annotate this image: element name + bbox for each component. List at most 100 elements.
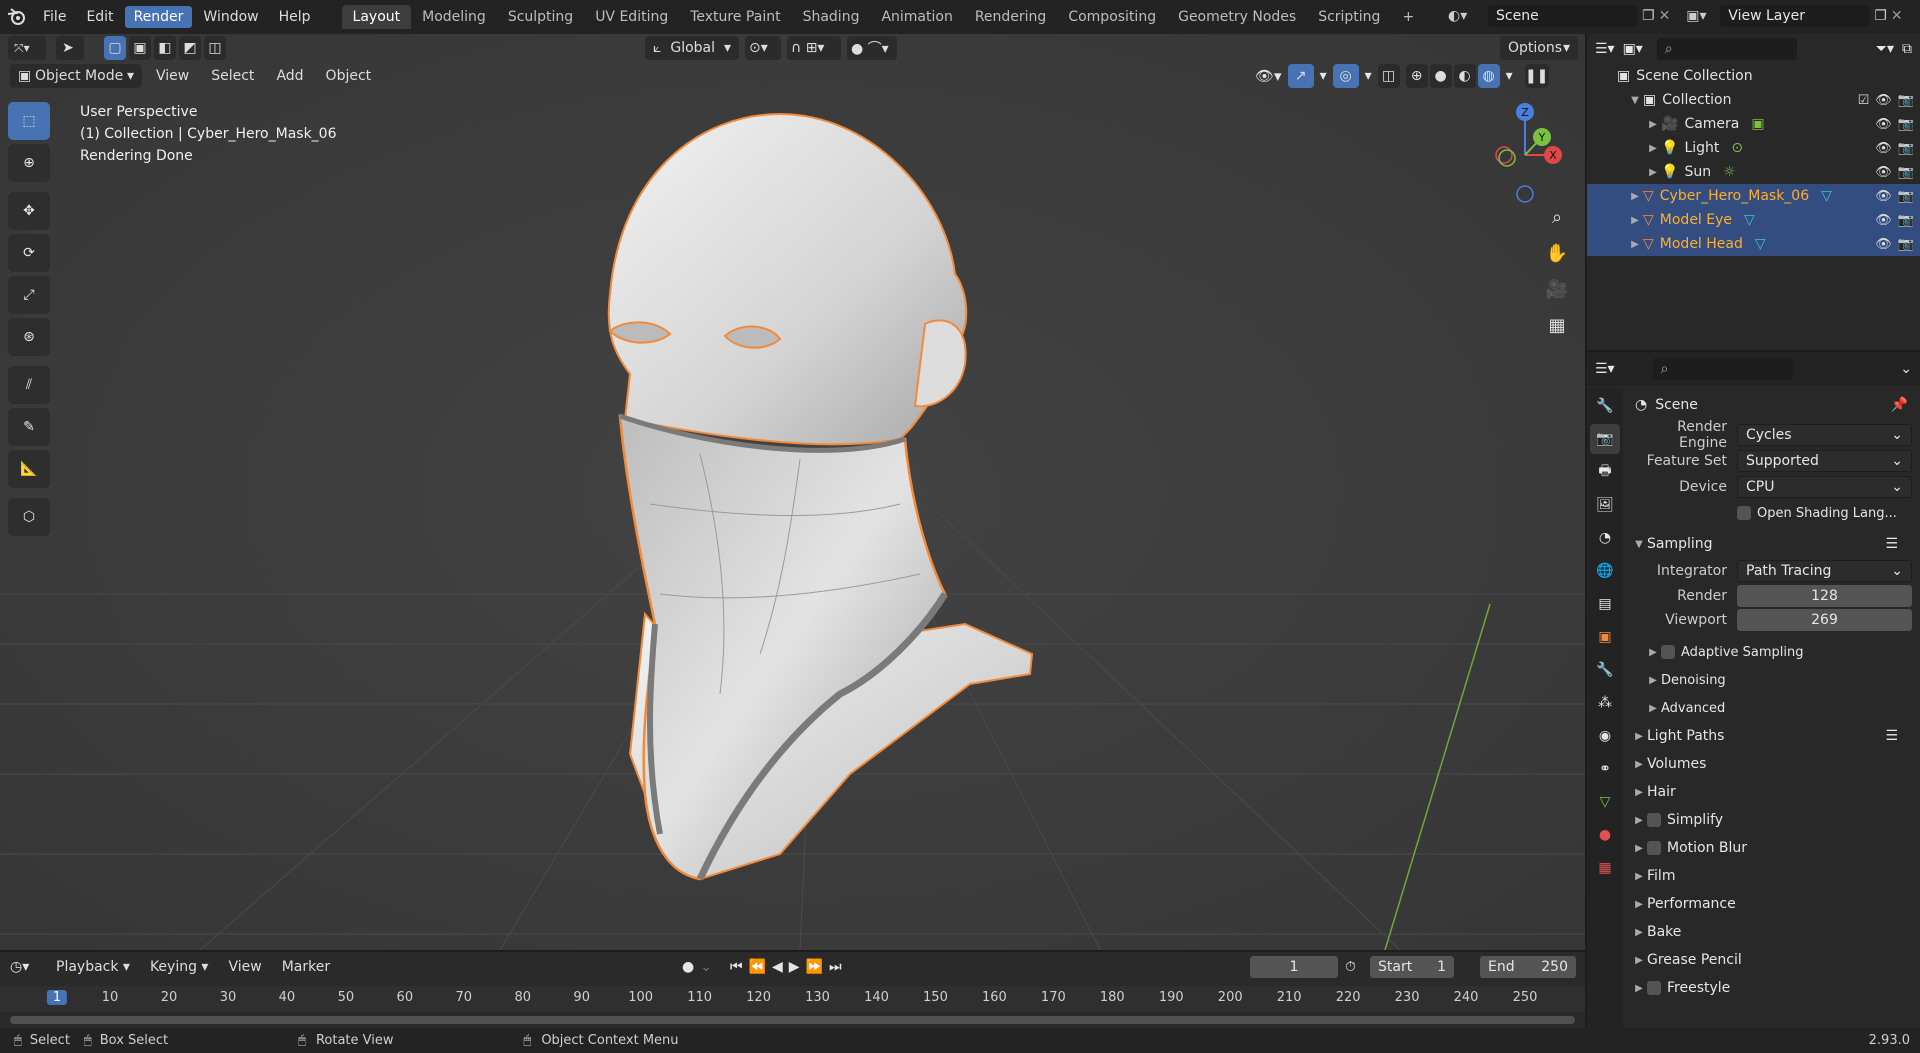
jump-end-icon[interactable]: ⏭ bbox=[829, 959, 842, 975]
tab-compositing[interactable]: Compositing bbox=[1057, 5, 1167, 29]
render-engine-dropdown[interactable]: Cycles ⌄ bbox=[1737, 424, 1912, 446]
properties-search-input[interactable]: ⌕ bbox=[1652, 358, 1793, 380]
gizmo-dropdown-icon[interactable]: ▾ bbox=[1320, 68, 1327, 84]
record-icon[interactable]: ● bbox=[682, 959, 694, 975]
visibility-icon[interactable]: 👁▾ bbox=[1255, 67, 1282, 85]
pin-icon[interactable]: 📌 bbox=[1891, 397, 1908, 413]
freestyle-checkbox[interactable] bbox=[1647, 981, 1661, 995]
mode-new-icon[interactable]: ▢ bbox=[104, 36, 126, 60]
eye-icon[interactable]: 👁 bbox=[1875, 93, 1892, 108]
render-properties-icon[interactable]: 📷 bbox=[1590, 424, 1620, 454]
expand-icon[interactable]: ▶ bbox=[1645, 119, 1661, 130]
sampling-panel-header[interactable]: ▼ Sampling ☰ bbox=[1627, 530, 1920, 558]
mode-extend-icon[interactable]: ▣ bbox=[129, 36, 151, 60]
tab-geometry-nodes[interactable]: Geometry Nodes bbox=[1167, 5, 1307, 29]
end-frame-field[interactable]: End 250 bbox=[1480, 956, 1576, 978]
blender-logo-icon[interactable] bbox=[0, 0, 34, 34]
menu-keying[interactable]: Keying ▾ bbox=[142, 956, 217, 978]
render-camera-icon[interactable]: 📷 bbox=[1898, 189, 1914, 204]
device-dropdown[interactable]: CPU ⌄ bbox=[1737, 476, 1912, 498]
annotate-tool[interactable]: ⫽ bbox=[8, 366, 50, 404]
menu-playback[interactable]: Playback ▾ bbox=[48, 956, 138, 978]
tool-settings-icon[interactable]: 🔧 bbox=[1590, 391, 1620, 421]
tab-sculpting[interactable]: Sculpting bbox=[497, 5, 584, 29]
texture-properties-icon[interactable]: ▦ bbox=[1590, 853, 1620, 883]
overlays-dropdown-icon[interactable]: ▾ bbox=[1365, 68, 1372, 84]
adaptive-sampling-panel[interactable]: ▶ Adaptive Sampling bbox=[1627, 638, 1920, 666]
menu-marker[interactable]: Marker bbox=[274, 956, 338, 978]
render-camera-icon[interactable]: 📷 bbox=[1898, 165, 1914, 180]
transform-tool[interactable]: ⊛ bbox=[8, 318, 50, 356]
snap-toggle[interactable]: ∩ ⊞▾ bbox=[787, 36, 841, 60]
tab-uv-editing[interactable]: UV Editing bbox=[584, 5, 679, 29]
select-box-tool[interactable]: ⬚ bbox=[8, 102, 50, 140]
render-samples-field[interactable]: 128 bbox=[1737, 585, 1912, 607]
menu-help[interactable]: Help bbox=[270, 6, 320, 28]
scale-tool[interactable]: ⤢ bbox=[8, 276, 50, 314]
tab-rendering[interactable]: Rendering bbox=[964, 5, 1058, 29]
start-frame-field[interactable]: Start 1 bbox=[1370, 956, 1454, 978]
chevron-down-icon[interactable]: ⌄ bbox=[1900, 361, 1912, 377]
hair-panel[interactable]: ▶ Hair bbox=[1627, 778, 1920, 806]
3d-viewport[interactable]: ⤧▾ ➤ ▢ ▣ ◧ ◩ ◫ ⟀ Global ▾ ⊙▾ ∩ ⊞▾ ● ⌒▾ Op… bbox=[0, 34, 1585, 950]
render-camera-icon[interactable]: 📷 bbox=[1898, 141, 1914, 156]
integrator-dropdown[interactable]: Path Tracing ⌄ bbox=[1737, 560, 1912, 582]
render-camera-icon[interactable]: 📷 bbox=[1898, 213, 1914, 228]
expand-icon[interactable]: ▶ bbox=[1645, 143, 1661, 154]
copy-icon[interactable]: ❐ bbox=[1642, 8, 1655, 24]
simplify-panel[interactable]: ▶ Simplify bbox=[1627, 806, 1920, 834]
expand-icon[interactable]: ▶ bbox=[1627, 191, 1643, 202]
timeline-scrollbar[interactable] bbox=[10, 1016, 1575, 1024]
eye-icon[interactable]: 👁 bbox=[1875, 117, 1892, 132]
tab-texture-paint[interactable]: Texture Paint bbox=[679, 5, 791, 29]
material-properties-icon[interactable]: ● bbox=[1590, 820, 1620, 850]
eye-icon[interactable]: 👁 bbox=[1875, 141, 1892, 156]
outliner-item-model-eye[interactable]: ▶ ▽ Model Eye ▽ 👁 📷 bbox=[1587, 208, 1920, 232]
navigation-gizmo[interactable]: Z Y X bbox=[1480, 100, 1570, 210]
play-reverse-icon[interactable]: ◀ bbox=[772, 959, 783, 975]
eye-icon[interactable]: 👁 bbox=[1875, 165, 1892, 180]
adaptive-sampling-checkbox[interactable] bbox=[1661, 645, 1675, 659]
move-tool[interactable]: ✥ bbox=[8, 192, 50, 230]
view-layer-selector[interactable]: View Layer bbox=[1720, 5, 1871, 27]
expand-icon[interactable]: ▼ bbox=[1627, 95, 1643, 106]
view-layer-icon[interactable]: 🖼 bbox=[1590, 490, 1620, 520]
scene-selector[interactable]: Scene bbox=[1488, 5, 1638, 27]
xray-toggle-icon[interactable]: ◫ bbox=[1377, 64, 1400, 88]
menu-select[interactable]: Select bbox=[203, 65, 262, 87]
copy-icon[interactable]: ❐ bbox=[1874, 8, 1887, 24]
material-shading-icon[interactable]: ◐ bbox=[1453, 64, 1476, 88]
scene-icon[interactable]: ◐▾ bbox=[1448, 8, 1484, 24]
feature-set-dropdown[interactable]: Supported ⌄ bbox=[1737, 450, 1912, 472]
menu-edit[interactable]: Edit bbox=[77, 6, 122, 28]
measure-tool[interactable]: 📐 bbox=[8, 450, 50, 488]
eye-icon[interactable]: 👁 bbox=[1875, 213, 1892, 228]
outliner-item-camera[interactable]: ▶ 🎥 Camera ▣ 👁 📷 bbox=[1587, 112, 1920, 136]
outliner-collection[interactable]: ▼ ▣ Collection ☑ 👁 📷 bbox=[1587, 88, 1920, 112]
menu-object[interactable]: Object bbox=[318, 65, 380, 87]
particles-properties-icon[interactable]: ⁂ bbox=[1590, 688, 1620, 718]
checkbox-icon[interactable]: ☑ bbox=[1858, 93, 1870, 108]
menu-file[interactable]: File bbox=[34, 6, 75, 28]
render-camera-icon[interactable]: 📷 bbox=[1898, 117, 1914, 132]
next-keyframe-icon[interactable]: ⏩ bbox=[806, 959, 823, 975]
collection-properties-icon[interactable]: ▤ bbox=[1590, 589, 1620, 619]
menu-window[interactable]: Window bbox=[194, 6, 267, 28]
eye-icon[interactable]: 👁 bbox=[1875, 189, 1892, 204]
menu-view[interactable]: View bbox=[220, 956, 269, 978]
tab-animation[interactable]: Animation bbox=[870, 5, 963, 29]
data-properties-icon[interactable]: ▽ bbox=[1590, 787, 1620, 817]
clock-icon[interactable]: ◷▾ bbox=[10, 959, 44, 975]
outliner-search-input[interactable]: ⌕ bbox=[1656, 38, 1797, 60]
render-camera-icon[interactable]: 📷 bbox=[1898, 237, 1914, 252]
mode-subtract-icon[interactable]: ◧ bbox=[154, 36, 176, 60]
outliner-item-model-head[interactable]: ▶ ▽ Model Head ▽ 👁 📷 bbox=[1587, 232, 1920, 256]
close-icon[interactable]: ✕ bbox=[1891, 8, 1903, 24]
ortho-grid-icon[interactable]: ▦ bbox=[1540, 308, 1574, 342]
current-frame-field[interactable]: 1 bbox=[1250, 956, 1338, 978]
motion-blur-checkbox[interactable] bbox=[1647, 841, 1661, 855]
outliner-item-sun[interactable]: ▶ 💡 Sun ☼ 👁 📷 bbox=[1587, 160, 1920, 184]
close-icon[interactable]: ✕ bbox=[1659, 8, 1671, 24]
solid-shading-icon[interactable]: ● bbox=[1429, 64, 1452, 88]
proportional-edit-toggle[interactable]: ● ⌒▾ bbox=[847, 36, 897, 60]
